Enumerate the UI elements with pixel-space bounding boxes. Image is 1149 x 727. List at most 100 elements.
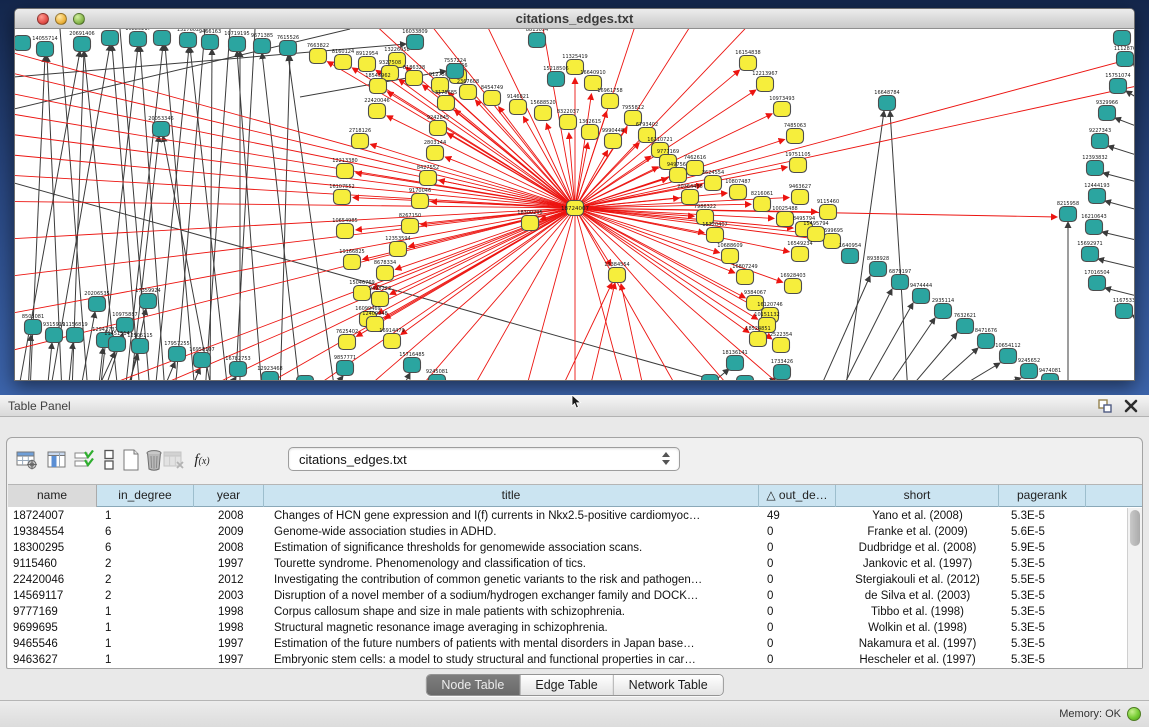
function-builder-icon[interactable]: f(x) <box>189 447 215 473</box>
table-row[interactable]: 1872400712008Changes of HCN gene express… <box>8 508 1142 524</box>
graph-node[interactable]: 20053346 <box>148 116 173 137</box>
graph-node[interactable]: 20691406 <box>69 31 94 52</box>
graph-node[interactable]: 11451514 <box>104 331 129 352</box>
graph-node[interactable]: 8471676 <box>975 328 997 349</box>
graph-node[interactable] <box>702 375 719 382</box>
graph-node[interactable]: 18136141 <box>722 350 747 371</box>
column-header-year[interactable]: year <box>194 485 264 507</box>
column-header-title[interactable]: title <box>264 485 759 507</box>
selected-node[interactable]: 18543962 <box>365 73 390 94</box>
selected-node[interactable]: 8267150 <box>399 213 421 234</box>
graph-node[interactable]: 1527602 <box>177 29 199 48</box>
show-columns-icon[interactable] <box>44 447 70 473</box>
selected-node[interactable]: 16807249 <box>732 264 757 285</box>
table-row[interactable]: 911546021997Tourette syndrome. Phenomeno… <box>8 556 1142 572</box>
selected-node[interactable]: 10973493 <box>769 96 794 117</box>
table-row[interactable]: 969969511998Structural magnetic resonanc… <box>8 620 1142 636</box>
graph-node[interactable]: 17359924 <box>135 288 160 309</box>
selected-node[interactable]: 8322037 <box>557 109 579 130</box>
graph-node[interactable]: 12444193 <box>1084 183 1109 204</box>
selected-node[interactable]: 2367608 <box>457 79 479 100</box>
selected-node[interactable]: 7485063 <box>784 123 806 144</box>
graph-node[interactable]: 8215958 <box>1057 201 1079 222</box>
graph-node[interactable]: 9857771 <box>334 355 356 376</box>
selected-node[interactable]: 19384554 <box>604 262 629 283</box>
column-header-out_de[interactable]: △ out_de… <box>759 485 836 507</box>
graph-node[interactable]: 16782753 <box>225 356 250 377</box>
selected-node[interactable]: 9497568 <box>667 162 689 183</box>
graph-node[interactable]: 12923468 <box>257 366 282 381</box>
close-panel-icon[interactable] <box>1123 398 1139 414</box>
selected-node[interactable]: 10807487 <box>725 179 750 200</box>
selected-node[interactable]: 2718126 <box>349 128 371 149</box>
selected-node[interactable]: 9463627 <box>789 184 811 205</box>
selected-node[interactable]: 3624554 <box>702 170 724 191</box>
memory-status-icon[interactable] <box>1127 707 1141 721</box>
selected-node[interactable]: 16961758 <box>597 88 622 109</box>
table-row[interactable]: 1456911722003Disruption of a novel membe… <box>8 588 1142 604</box>
selected-node[interactable]: 10654985 <box>332 218 357 239</box>
graph-node[interactable]: 17016504 <box>1084 270 1109 291</box>
graph-node[interactable]: 16958107 <box>189 347 214 368</box>
graph-node[interactable]: 15751074 <box>1105 73 1130 94</box>
selected-node[interactable]: 8427552 <box>417 165 439 186</box>
selected-node[interactable]: 9498222 <box>369 286 391 307</box>
graph-node[interactable]: 9245081 <box>426 369 448 381</box>
selected-node[interactable]: 16549234 <box>787 241 812 262</box>
graph-node[interactable] <box>297 376 314 382</box>
column-header-short[interactable]: short <box>836 485 999 507</box>
column-header-name[interactable]: name <box>8 485 97 507</box>
selected-node[interactable]: 9146821 <box>507 94 529 115</box>
graph-node[interactable]: 20531808 <box>97 29 122 46</box>
selected-node[interactable]: 8678334 <box>374 260 396 281</box>
selected-node[interactable]: 8160124 <box>332 49 354 70</box>
window-titlebar[interactable]: citations_edges.txt <box>15 9 1134 29</box>
graph-node[interactable]: 9474081 <box>1039 368 1061 381</box>
selected-node[interactable]: 16928403 <box>780 273 805 294</box>
graph-node[interactable] <box>15 36 31 51</box>
graph-node[interactable]: 7615526 <box>277 35 299 56</box>
graph-node[interactable]: 15218506 <box>543 66 568 87</box>
graph-node[interactable]: 15692971 <box>1077 241 1102 262</box>
selected-node[interactable]: 12213380 <box>332 158 357 179</box>
table-row[interactable]: 1938455462009Genome-wide association stu… <box>8 524 1142 540</box>
graph-node[interactable]: 9227343 <box>1089 128 1111 149</box>
graph-node[interactable]: 1112876 <box>1114 46 1134 67</box>
tab-node-table[interactable]: Node Table <box>426 675 520 695</box>
selected-node[interactable]: 8912954 <box>356 51 378 72</box>
graph-node[interactable]: 9245652 <box>1018 358 1040 379</box>
table-row[interactable]: 2242004622012Investigating the contribut… <box>8 572 1142 588</box>
graph-node[interactable]: 1640954 <box>839 243 861 264</box>
selected-node[interactable]: 8216061 <box>751 191 773 212</box>
selected-node[interactable]: 3175685 <box>435 90 457 111</box>
selected-node[interactable]: 8454749 <box>481 85 503 106</box>
selected-node[interactable]: 20364486 <box>677 184 702 205</box>
select-rows-icon[interactable] <box>71 447 97 473</box>
graph-node[interactable]: 9466163 <box>199 29 221 50</box>
graph-node[interactable]: 12393832 <box>1082 155 1107 176</box>
selected-node[interactable]: 16107552 <box>329 184 354 205</box>
graph-node[interactable]: 16885217 <box>125 29 150 47</box>
graph-node[interactable]: 9671385 <box>251 33 273 54</box>
selected-node[interactable]: 16154838 <box>735 50 760 71</box>
selected-node[interactable]: 9990448 <box>602 128 624 149</box>
selected-node[interactable]: 15720407 <box>702 222 727 243</box>
graph-node[interactable]: 8938928 <box>867 256 889 277</box>
table-row[interactable]: 1830029562008Estimation of significance … <box>8 540 1142 556</box>
graph-node[interactable]: 6879197 <box>889 269 911 290</box>
graph-node[interactable]: 16648784 <box>874 90 899 111</box>
graph-node[interactable]: 7632621 <box>954 313 976 334</box>
graph-node[interactable]: 15716485 <box>399 352 424 373</box>
network-canvas[interactable]: 7663822816012489129541322605893275081854… <box>15 29 1134 381</box>
selected-node[interactable]: 2522354 <box>770 332 792 353</box>
column-header-pagerank[interactable]: pagerank <box>999 485 1086 507</box>
graph-node[interactable]: 2935114 <box>932 298 954 319</box>
graph-node[interactable]: 7557224 <box>444 58 466 79</box>
selected-node[interactable]: 19751105 <box>785 152 810 173</box>
graph-node[interactable]: 14055714 <box>32 36 57 57</box>
float-window-icon[interactable] <box>1097 398 1113 414</box>
selected-node[interactable]: 9115460 <box>817 199 839 220</box>
vertical-scrollbar[interactable] <box>1127 508 1142 668</box>
column-header-in_degree[interactable]: in_degree <box>97 485 194 507</box>
graph-node[interactable]: 9474444 <box>910 283 932 304</box>
